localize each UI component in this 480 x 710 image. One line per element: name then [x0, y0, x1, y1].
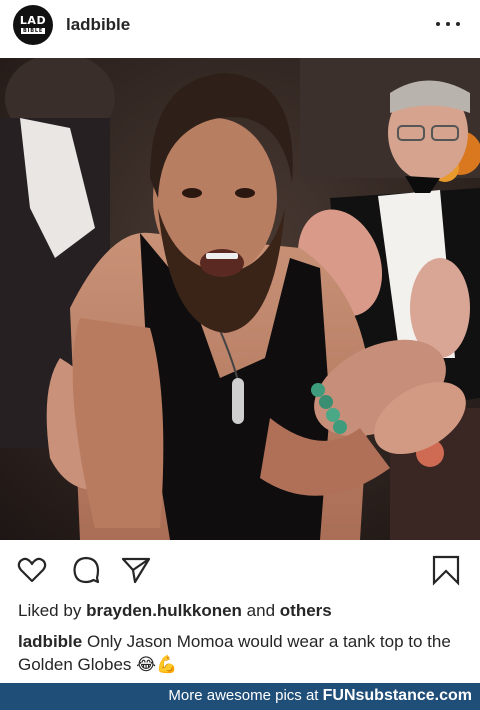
heart-icon: [17, 557, 47, 583]
likes-middle: and: [246, 601, 276, 620]
post-photo[interactable]: [0, 58, 480, 540]
likes-summary[interactable]: Liked by brayden.hulkkonen and others: [18, 601, 332, 621]
bookmark-icon: [432, 555, 460, 586]
likes-prefix: Liked by: [18, 601, 82, 620]
avatar-logo-bottom: BIBLE: [20, 28, 46, 34]
comment-icon: [73, 556, 100, 584]
post-header: LAD BIBLE ladbible: [0, 0, 480, 58]
likes-others[interactable]: others: [280, 601, 332, 620]
post-photo-image: [0, 58, 480, 540]
comment-button[interactable]: [70, 554, 102, 586]
share-button[interactable]: [120, 554, 152, 586]
like-button[interactable]: [16, 554, 48, 586]
caption-text: Only Jason Momoa would wear a tank top t…: [18, 632, 451, 674]
footer-text: More awesome pics at FUNsubstance.com: [168, 687, 472, 705]
footer-brand: FUNsubstance.com: [322, 687, 472, 704]
bookmark-button[interactable]: [430, 554, 462, 586]
post-caption: ladbible Only Jason Momoa would wear a t…: [18, 630, 468, 676]
more-icon-dot: [446, 22, 450, 26]
more-options-button[interactable]: [436, 14, 460, 34]
more-icon-dot: [436, 22, 440, 26]
post-username[interactable]: ladbible: [66, 15, 130, 35]
avatar-logo-top: LAD: [19, 14, 47, 27]
watermark-footer: More awesome pics at FUNsubstance.com: [0, 683, 480, 710]
more-icon-dot: [456, 22, 460, 26]
footer-label: More awesome pics at: [168, 687, 319, 704]
avatar[interactable]: LAD BIBLE: [13, 5, 53, 45]
share-icon: [121, 557, 151, 584]
caption-author[interactable]: ladbible: [18, 632, 82, 651]
post-actions: [0, 548, 480, 592]
liked-by-user[interactable]: brayden.hulkkonen: [86, 601, 242, 620]
